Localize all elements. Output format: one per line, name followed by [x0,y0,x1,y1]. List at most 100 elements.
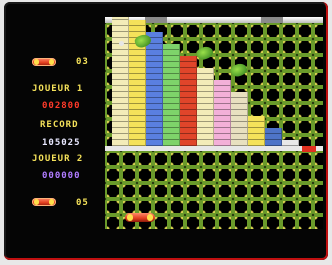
brick [231,110,248,116]
grid-cell [201,215,217,229]
brick [197,80,214,86]
brick [248,134,265,140]
lives-paddle-icon [32,58,56,66]
grid-cell [313,183,323,199]
grid-cell [217,39,233,55]
brick [129,56,146,62]
brick [146,86,163,92]
brick [180,68,197,74]
grid-cell [281,87,297,103]
grid-cell [201,199,217,215]
brick [112,116,129,122]
brick [129,86,146,92]
brick [129,74,146,80]
grid-cell [137,167,153,183]
grid-cell [297,39,313,55]
brick [112,98,129,104]
brick [112,92,129,98]
grid-cell [169,199,185,215]
grid-cell [169,215,185,229]
grid-cell [265,39,281,55]
brick [112,86,129,92]
grid-cell [217,23,233,39]
grid-cell [217,183,233,199]
brick [197,68,214,74]
grid-cell [249,71,265,87]
brick [112,62,129,68]
brick [163,50,180,56]
brick [112,56,129,62]
grid-cell [281,215,297,229]
brick [129,122,146,128]
brick [231,116,248,122]
grid-cell [265,199,281,215]
grid-cell [249,39,265,55]
grid-cell [185,199,201,215]
grid-cell [281,71,297,87]
brick [197,98,214,104]
grid-cell [233,151,249,167]
brick [180,74,197,80]
brick [146,56,163,62]
grid-cell [249,215,265,229]
brick [146,116,163,122]
ball [119,41,124,46]
grid-cell [217,167,233,183]
brick [265,134,282,140]
brick [180,98,197,104]
brick [112,110,129,116]
brick [180,92,197,98]
brick [129,26,146,32]
brick [180,128,197,134]
brick [146,80,163,86]
brick [112,20,129,26]
brick [112,74,129,80]
playfield [105,17,323,229]
brick [214,92,231,98]
brick [197,122,214,128]
grid-cell [265,87,281,103]
grid-cell [105,199,121,215]
brick [163,74,180,80]
brick [214,128,231,134]
brick [112,50,129,56]
level-count: 05 [76,198,89,208]
grid-cell [297,199,313,215]
brick [146,50,163,56]
grid-cell [169,183,185,199]
brick [163,44,180,50]
brick-floor-ledge [105,146,323,151]
player-paddle[interactable] [125,213,155,222]
brick-edge-marker [302,146,316,152]
grid-cell [265,183,281,199]
brick [231,92,248,98]
grid-cell [217,215,233,229]
brick [163,122,180,128]
grid-cell [169,167,185,183]
brick [163,86,180,92]
grid-cell [105,183,121,199]
brick [180,116,197,122]
brick [112,104,129,110]
brick [197,86,214,92]
brick [163,110,180,116]
grid-cell [185,151,201,167]
grid-cell [313,215,323,229]
grid-cell [217,199,233,215]
brick [214,104,231,110]
grid-cell [105,151,121,167]
grid-cell [121,151,137,167]
brick [231,98,248,104]
brick [197,110,214,116]
grid-cell [233,199,249,215]
grid-cell [297,167,313,183]
record-label: RECORD [40,120,79,130]
brick [112,122,129,128]
brick [214,86,231,92]
grid-cell [313,87,323,103]
grid-cell [201,183,217,199]
grid-cell [249,87,265,103]
grid-cell [169,151,185,167]
brick [197,74,214,80]
brick [146,74,163,80]
